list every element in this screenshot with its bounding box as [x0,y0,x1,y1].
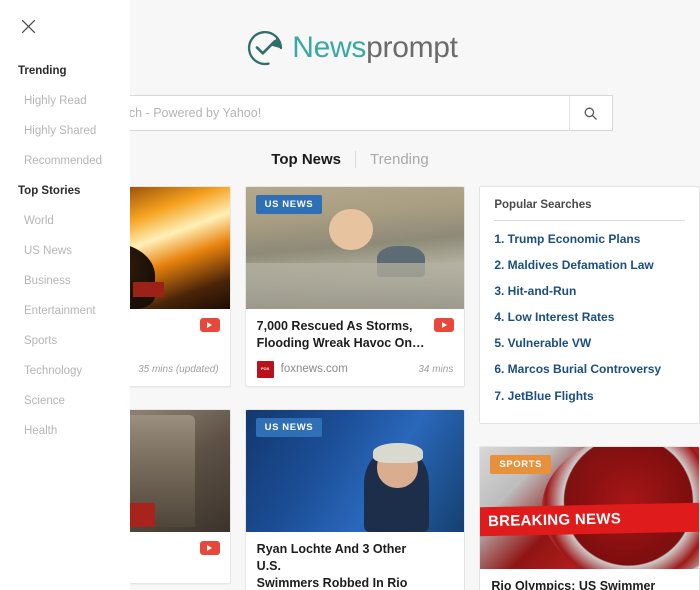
sidebar-item-technology[interactable]: Technology [0,356,130,386]
card-title: Ryan Lochte And 3 Other U.S. Swimmers Ro… [257,541,454,590]
search-icon [584,107,597,120]
youtube-play-icon[interactable] [434,318,455,332]
card-body: 7,000 Rescued As Storms, Flooding Wreak … [246,309,465,386]
sidebar-item-entertainment[interactable]: Entertainment [0,296,130,326]
card-title: Rio Olympics: US Swimmer Ryan Lochte And… [491,578,688,590]
clock-check-icon [248,30,283,65]
news-card[interactable]: BREAKING NEWS SPORTS Rio Olympics: US Sw… [479,446,700,590]
popular-search-item[interactable]: 1. Trump Economic Plans [494,226,685,252]
sidebar-item-business[interactable]: Business [0,266,130,296]
app-root: Newsprompt Top News Trending [0,0,700,590]
card-title-line1: Rio Olympics: US Swimmer Ryan [491,579,656,590]
card-thumbnail: US NEWS [245,410,465,533]
popular-search-item[interactable]: 2. Maldives Defamation Law [494,252,685,278]
card-body: Rio Olympics: US Swimmer Ryan Lochte And… [480,569,699,590]
popular-searches-title: Popular Searches [494,199,686,221]
tab-top-news[interactable]: Top News [257,151,355,168]
sidebar-item-highly-read[interactable]: Highly Read [0,86,130,116]
news-card[interactable]: US NEWS 7,000 Rescued As Storms, Floodin… [244,186,466,388]
card-meta: FOX foxnews.com 34 mins [256,360,454,378]
search-input[interactable] [88,96,569,130]
close-icon [21,19,35,33]
category-badge[interactable]: US NEWS [255,418,323,438]
popular-search-item[interactable]: 6. Marcos Burial Controversy [494,357,685,383]
card-title-line2: Flooding Wreak Havoc On… [256,335,425,350]
popular-search-item[interactable]: 7. JetBlue Flights [494,383,685,409]
tab-trending[interactable]: Trending [356,151,443,168]
card-time: 34 mins [418,363,454,375]
popular-search-item[interactable]: 3. Hit-and-Run [494,278,685,304]
search-bar [87,95,613,131]
sidebar-item-health[interactable]: Health [0,416,130,446]
site-logo[interactable]: Newsprompt [242,25,458,71]
breaking-news-banner: BREAKING NEWS [480,502,700,537]
card-thumbnail: US NEWS [245,187,465,309]
card-title-line1: 7,000 Rescued As Storms, [256,319,413,333]
logo-text-news: News [292,30,367,64]
card-source: foxnews.com [280,363,348,376]
sidebar-item-highly-shared[interactable]: Highly Shared [0,116,130,146]
card-title-line2: Swimmers Robbed In Rio [256,575,408,590]
sidebar: Trending Highly Read Highly Shared Recom… [0,0,130,590]
popular-search-item[interactable]: 4. Low Interest Rates [494,305,685,331]
sidebar-item-recommended[interactable]: Recommended [0,146,130,176]
news-card[interactable]: US NEWS Ryan Lochte And 3 Other U.S. Swi… [244,409,466,590]
search-button[interactable] [568,96,612,130]
logo-text-prompt: prompt [366,30,458,64]
card-title-line1: Ryan Lochte And 3 Other U.S. [256,542,407,573]
sidebar-section-top-stories: Top Stories [18,185,81,197]
youtube-play-icon[interactable] [199,541,220,556]
sidebar-item-us-news[interactable]: US News [0,236,130,266]
news-column-3: Popular Searches 1. Trump Economic Plans… [479,186,700,590]
category-badge[interactable]: SPORTS [490,455,552,475]
source-favicon: FOX [256,360,274,378]
news-column-2: US NEWS 7,000 Rescued As Storms, Floodin… [244,186,466,590]
sidebar-item-science[interactable]: Science [0,386,130,416]
close-sidebar-button[interactable] [8,6,48,46]
sidebar-item-sports[interactable]: Sports [0,326,130,356]
sidebar-item-world[interactable]: World [0,206,130,236]
card-thumbnail: BREAKING NEWS SPORTS [480,447,700,570]
sidebar-nav: Trending Highly Read Highly Shared Recom… [0,46,130,446]
category-badge[interactable]: US NEWS [255,195,323,214]
popular-search-item[interactable]: 5. Vulnerable VW [494,331,685,357]
youtube-play-icon[interactable] [199,318,220,332]
card-body: Ryan Lochte And 3 Other U.S. Swimmers Ro… [246,532,465,590]
sidebar-section-trending: Trending [18,65,67,77]
popular-searches-panel: Popular Searches 1. Trump Economic Plans… [479,186,700,425]
card-title: 7,000 Rescued As Storms, Flooding Wreak … [257,318,454,351]
